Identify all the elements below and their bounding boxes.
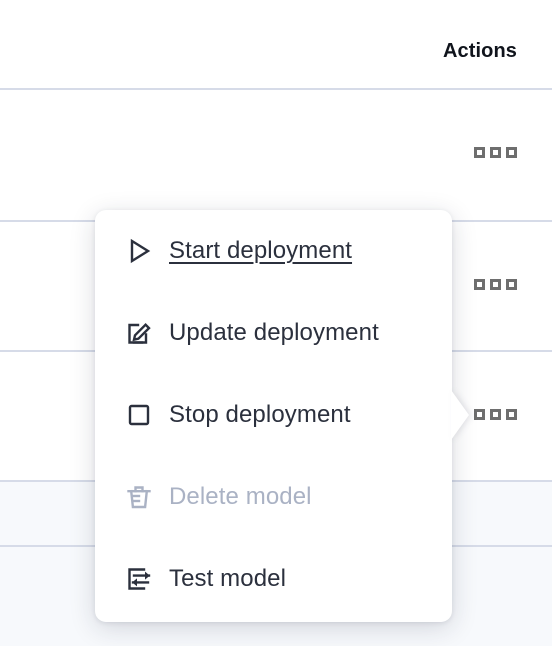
row-divider (0, 88, 552, 90)
table-header-row: Actions (0, 0, 552, 88)
column-header-actions: Actions (442, 40, 517, 62)
stop-square-icon (123, 399, 155, 431)
menu-caret-pointer (451, 390, 469, 440)
table-row[interactable] (0, 90, 552, 220)
edit-square-icon (123, 317, 155, 349)
play-icon (123, 235, 155, 267)
more-options-dot (474, 147, 485, 158)
menu-item-label: Update deployment (169, 319, 379, 346)
model-actions-menu: Start deployment Update deployment Stop de… (95, 210, 452, 622)
more-options-icon[interactable] (474, 279, 517, 290)
more-options-dot (506, 279, 517, 290)
more-options-dot (490, 279, 501, 290)
more-options-dot (474, 279, 485, 290)
more-options-dot (474, 409, 485, 420)
menu-item-label: Delete model (169, 483, 312, 510)
exchange-arrows-icon (123, 563, 155, 595)
menu-item-test-model[interactable]: Test model (95, 538, 452, 620)
more-options-dot (506, 409, 517, 420)
more-options-dot (490, 147, 501, 158)
more-options-icon[interactable] (474, 409, 517, 420)
menu-item-start-deployment[interactable]: Start deployment (95, 210, 452, 292)
more-options-dot (490, 409, 501, 420)
menu-item-label: Stop deployment (169, 401, 351, 428)
more-options-dot (506, 147, 517, 158)
menu-item-label: Test model (169, 565, 287, 592)
trash-icon (123, 481, 155, 513)
menu-item-label: Start deployment (169, 237, 353, 264)
menu-item-delete-model: Delete model (95, 456, 452, 538)
menu-item-update-deployment[interactable]: Update deployment (95, 292, 452, 374)
menu-item-stop-deployment[interactable]: Stop deployment (95, 374, 452, 456)
more-options-icon[interactable] (474, 147, 517, 158)
